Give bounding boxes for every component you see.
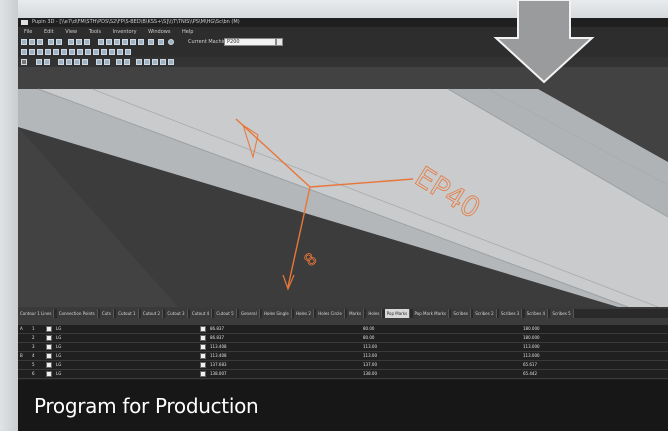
row-y: 137.00: [363, 362, 377, 367]
row-index: 2: [32, 335, 35, 340]
row-checkbox[interactable]: [200, 326, 206, 332]
tab-pop-mark-marks[interactable]: Pop Mark Marks: [412, 309, 450, 318]
row-checkbox[interactable]: [200, 344, 206, 350]
tab-contour-lines[interactable]: Contour 1 Lines: [18, 309, 55, 318]
tab-connection-points[interactable]: Connection Points: [56, 309, 98, 318]
feature-tabs: Contour 1 Lines Connection Points Cuts C…: [18, 309, 668, 318]
row-z: 65.442: [523, 371, 537, 376]
tab-cuts[interactable]: Cuts: [99, 309, 114, 318]
row-index: 5: [32, 362, 35, 367]
row-x: 113.408: [210, 344, 227, 349]
tab-cutout-5[interactable]: Cutout 5: [214, 309, 237, 318]
row-checkbox[interactable]: [46, 335, 52, 341]
row-x: 86.837: [210, 326, 224, 331]
row-y: 80.00: [363, 326, 375, 331]
row-z: 180.000: [523, 335, 540, 340]
row-z: 113.000: [523, 344, 540, 349]
tab-cutout-1[interactable]: Cutout 1: [116, 309, 139, 318]
tab-holes[interactable]: Holes: [366, 309, 383, 318]
tab-pop-marks[interactable]: Pop Marks: [384, 309, 411, 318]
table-row[interactable]: 2 LG 86.837 80.00 180.000: [18, 334, 668, 343]
row-ref: LG: [56, 362, 62, 367]
row-z: 113.000: [523, 353, 540, 358]
3d-viewport[interactable]: EP40 8: [18, 67, 668, 307]
row-y: 113.00: [363, 344, 377, 349]
table-row[interactable]: 3 LG 113.408 113.00 113.000: [18, 343, 668, 352]
row-ref: LG: [56, 371, 62, 376]
tab-general[interactable]: General: [238, 309, 260, 318]
tab-scribes-4[interactable]: Scribes 4: [524, 309, 549, 318]
tab-scribes[interactable]: Scribes: [451, 309, 471, 318]
row-group: A: [20, 326, 23, 331]
row-checkbox[interactable]: [46, 362, 52, 368]
row-ref: LG: [56, 326, 62, 331]
screenshot-frame: Pupin 3D - [\\e7\d\FM\STH\PDS\S2\FP\S-BE…: [0, 0, 668, 431]
tab-scribes-3[interactable]: Scribes 3: [498, 309, 523, 318]
tab-cutout-3[interactable]: Cutout 3: [165, 309, 188, 318]
row-y: 138.00: [363, 371, 377, 376]
table-row[interactable]: B 4 LG 113.408 113.00 113.000: [18, 352, 668, 361]
row-z: 180.000: [523, 326, 540, 331]
tab-holes-2[interactable]: Holes 2: [293, 309, 314, 318]
row-checkbox[interactable]: [200, 371, 206, 377]
row-checkbox[interactable]: [200, 353, 206, 359]
tab-cutout-2[interactable]: Cutout 2: [140, 309, 164, 318]
tab-holes-single[interactable]: Holes Single: [262, 309, 292, 318]
row-z: 65.617: [523, 362, 537, 367]
row-x: 113.408: [210, 353, 227, 358]
row-y: 113.00: [363, 353, 377, 358]
row-checkbox[interactable]: [46, 371, 52, 377]
row-ref: LG: [56, 335, 62, 340]
viewport-canvas[interactable]: EP40 8: [18, 67, 668, 307]
row-x: 137.683: [210, 362, 227, 367]
down-arrow-icon: [493, 0, 595, 84]
tab-marks[interactable]: Marks: [347, 309, 365, 318]
row-index: 6: [32, 371, 35, 376]
row-checkbox[interactable]: [46, 353, 52, 359]
tab-scribes-5[interactable]: Scribes 5: [550, 309, 574, 318]
tab-cutout-4[interactable]: Cutout 4: [189, 309, 213, 318]
table-row[interactable]: A 1 LG 86.837 80.00 180.000: [18, 325, 668, 334]
row-ref: LG: [56, 353, 62, 358]
down-arrow-graphic: [493, 0, 595, 84]
row-ref: LG: [56, 344, 62, 349]
row-index: 3: [32, 344, 35, 349]
table-row[interactable]: 6 LG 138.007 138.00 65.442: [18, 370, 668, 379]
grid-header: [18, 318, 668, 325]
tab-holes-circle[interactable]: Holes Circle: [316, 309, 345, 318]
row-index: 1: [32, 326, 35, 331]
row-checkbox[interactable]: [46, 344, 52, 350]
caption-text: Program for Production: [34, 394, 259, 418]
tab-scribes-2[interactable]: Scribes 2: [473, 309, 497, 318]
row-group: B: [20, 353, 23, 358]
row-index: 4: [32, 353, 35, 358]
row-checkbox[interactable]: [200, 335, 206, 341]
row-checkbox[interactable]: [200, 362, 206, 368]
table-row[interactable]: 5 LG 137.683 137.00 65.617: [18, 361, 668, 370]
row-x: 86.837: [210, 335, 224, 340]
row-y: 80.00: [363, 335, 375, 340]
row-checkbox[interactable]: [46, 326, 52, 332]
row-x: 138.007: [210, 371, 227, 376]
